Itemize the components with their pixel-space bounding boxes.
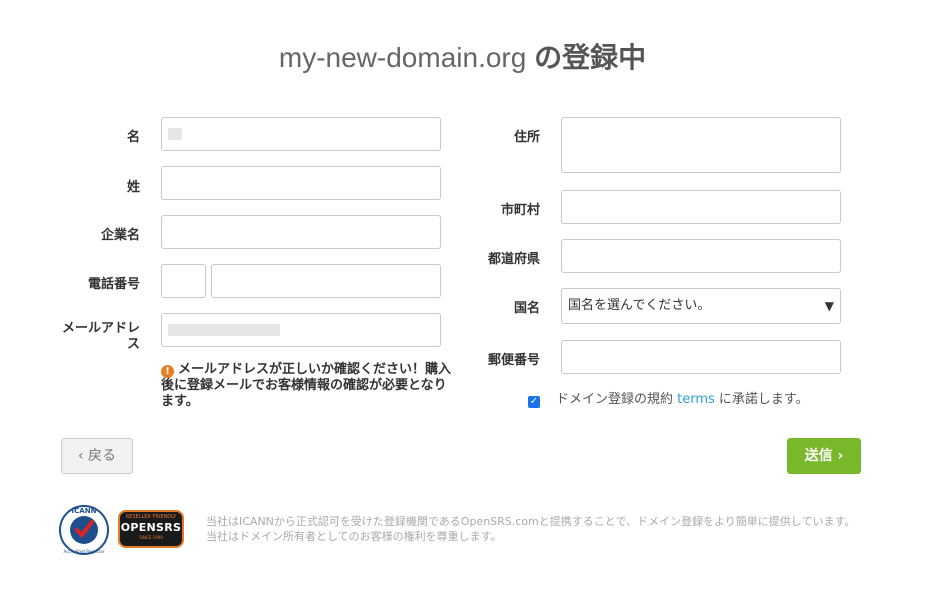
phone-label: 電話番号 [87,277,140,292]
phone-country-code-input[interactable] [161,264,206,298]
country-select-value: 国名を選んでください。 [568,298,711,313]
svg-text:Accredited Registrar: Accredited Registrar [64,549,105,554]
back-button-label: 戻る [88,448,117,464]
email-notice: ! メールアドレスが正しいか確認ください！購入後に登録メールでお客様情報の確認が必… [161,362,451,410]
state-input[interactable] [561,239,841,273]
back-button[interactable]: ‹ 戻る [61,438,133,474]
email-label: メールアドレス [61,321,140,352]
address-textarea[interactable] [561,117,841,173]
chevron-down-icon: ▼ [824,299,834,313]
title-suffix: の登録中 [526,42,647,73]
chevron-right-icon: › [837,448,844,464]
icann-logo: ICANN Accredited Registrar [58,504,110,556]
company-label: 企業名 [100,228,140,243]
phone-number-input[interactable] [211,264,441,298]
last-name-input[interactable] [161,166,441,200]
page-title: my-new-domain.org の登録中 [0,36,925,76]
send-button[interactable]: 送信 › [787,438,861,474]
first-name-label: 名 [126,130,140,145]
email-notice-text: メールアドレスが正しいか確認ください！購入後に登録メールでお客様情報の確認が必要… [161,362,452,409]
city-label: 市町村 [500,203,540,218]
send-button-label: 送信 [804,448,833,464]
terms-checkbox[interactable]: ✓ [528,396,540,408]
postal-label: 郵便番号 [487,353,540,368]
last-name-label: 姓 [126,180,140,195]
info-icon: ! [161,365,174,378]
terms-agreement: ✓ ドメイン登録の規約 terms に承諾します。 [528,388,809,408]
city-input[interactable] [561,190,841,224]
terms-link[interactable]: terms [677,392,715,407]
chevron-left-icon: ‹ [77,448,84,464]
footer-text: 当社はICANNから正式認可を受けた登録機関であるOpenSRS.comと提携す… [206,514,886,544]
svg-text:ICANN: ICANN [72,507,97,515]
terms-text-after: に承諾します。 [714,392,809,407]
opensrs-logo: RESELLER FRIENDLY OPENSRS SINCE 1999 [118,510,184,548]
footer-line-2: 当社はドメイン所有者としてのお客様の権利を尊重します。 [206,530,502,543]
first-name-input[interactable] [161,117,441,151]
footer-line-1: 当社はICANNから正式認可を受けた登録機関であるOpenSRS.comと提携す… [206,515,856,528]
postal-code-input[interactable] [561,340,841,374]
state-label: 都道府県 [487,252,540,267]
address-label: 住所 [513,130,540,145]
country-select[interactable]: 国名を選んでください。 ▼ [561,288,841,324]
terms-text-before: ドメイン登録の規約 [556,392,678,407]
company-input[interactable] [161,215,441,249]
redacted-value [168,324,280,336]
email-input[interactable] [161,313,441,347]
redacted-value [168,128,182,140]
country-label: 国名 [513,301,540,316]
title-domain: my-new-domain.org [278,42,527,73]
